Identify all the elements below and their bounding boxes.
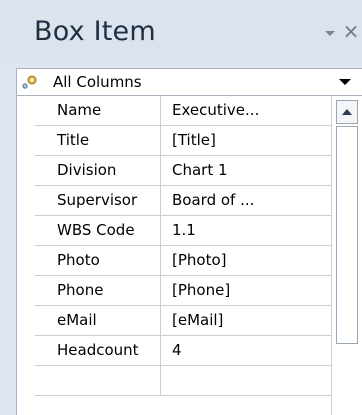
property-grid: All Columns Name Executive... Title [Tit…: [16, 68, 362, 415]
column-filter-dropdown[interactable]: All Columns: [17, 69, 362, 96]
property-value[interactable]: [161, 366, 331, 395]
pane-menu-button[interactable]: [322, 26, 338, 40]
property-row-division[interactable]: Division Chart 1: [35, 156, 331, 186]
property-label: WBS Code: [35, 216, 161, 245]
property-value[interactable]: [Photo]: [161, 246, 331, 275]
property-row-phone[interactable]: Phone [Phone]: [35, 276, 331, 306]
property-row-name[interactable]: Name Executive...: [35, 96, 331, 126]
pane-title-bar: Box Item ×: [0, 0, 362, 64]
property-label: Photo: [35, 246, 161, 275]
property-value[interactable]: Executive...: [161, 96, 331, 125]
property-label: Phone: [35, 276, 161, 305]
arrow-up-icon: [342, 109, 352, 115]
property-label: [35, 366, 161, 395]
property-value[interactable]: [eMail]: [161, 306, 331, 335]
chevron-down-icon: [325, 31, 335, 36]
property-rows: Name Executive... Title [Title] Division…: [17, 96, 362, 415]
property-row-wbs-code[interactable]: WBS Code 1.1: [35, 216, 331, 246]
property-row-title[interactable]: Title [Title]: [35, 126, 331, 156]
row-gutter: [17, 96, 35, 415]
scroll-up-button[interactable]: [336, 100, 358, 124]
property-value[interactable]: 1.1: [161, 216, 331, 245]
property-value[interactable]: Chart 1: [161, 156, 331, 185]
property-label: Name: [35, 96, 161, 125]
property-label: Supervisor: [35, 186, 161, 215]
property-row-photo[interactable]: Photo [Photo]: [35, 246, 331, 276]
property-row-supervisor[interactable]: Supervisor Board of ...: [35, 186, 331, 216]
box-item-pane: Box Item × All Columns Name Executive...…: [0, 0, 362, 415]
property-value[interactable]: 4: [161, 336, 331, 365]
property-label: eMail: [35, 306, 161, 335]
property-label: Division: [35, 156, 161, 185]
property-value[interactable]: [Phone]: [161, 276, 331, 305]
filter-selected-label: All Columns: [53, 73, 142, 91]
property-label: Title: [35, 126, 161, 155]
pane-title: Box Item: [34, 16, 156, 47]
property-row-partial[interactable]: [35, 366, 331, 396]
property-value[interactable]: [Title]: [161, 126, 331, 155]
filter-dropdown-arrow[interactable]: [337, 76, 353, 88]
gear-filter-icon: [21, 73, 39, 91]
property-row-headcount[interactable]: Headcount 4: [35, 336, 331, 366]
property-label: Headcount: [35, 336, 161, 365]
pane-close-button[interactable]: ×: [341, 19, 361, 43]
property-value[interactable]: Board of ...: [161, 186, 331, 215]
property-row-email[interactable]: eMail [eMail]: [35, 306, 331, 336]
vertical-scrollbar[interactable]: [331, 96, 362, 415]
dropdown-arrow-icon: [339, 79, 351, 85]
scroll-thumb[interactable]: [336, 126, 358, 344]
